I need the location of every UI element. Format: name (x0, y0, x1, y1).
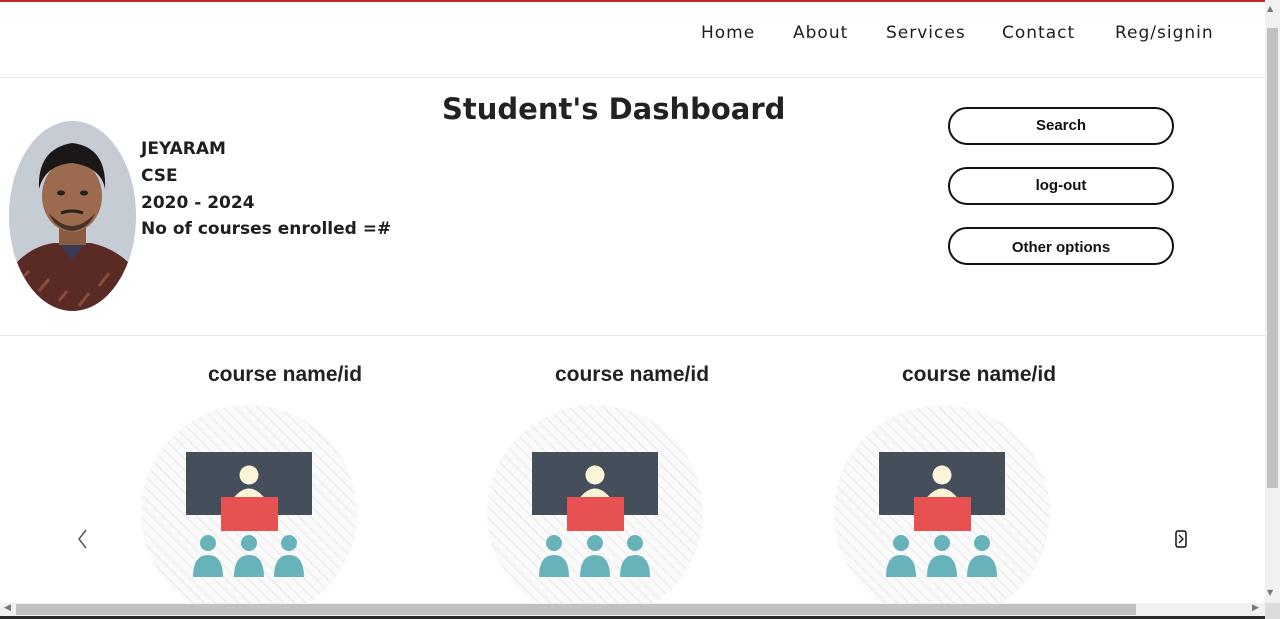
avatar (9, 121, 136, 311)
carousel-next-button[interactable] (1174, 530, 1188, 548)
nav-home-link[interactable]: Home (701, 23, 755, 43)
course-card-2[interactable] (487, 405, 703, 619)
scroll-down-icon[interactable]: ▼ (1267, 588, 1273, 597)
scroll-left-icon[interactable]: ◀ (4, 603, 11, 613)
nav-signin-link[interactable]: Reg/signin (1115, 23, 1214, 43)
course-card-1[interactable] (141, 405, 357, 619)
horizontal-scroll-thumb[interactable] (16, 604, 1136, 615)
chevron-left-icon (78, 529, 87, 549)
scroll-up-icon[interactable]: ▲ (1267, 4, 1273, 13)
course-title-1: course name/id (207, 363, 363, 386)
carousel-prev-button[interactable] (74, 527, 92, 551)
student-photo (9, 121, 136, 311)
search-button[interactable]: Search (948, 107, 1174, 145)
nav-about-link[interactable]: About (793, 23, 848, 43)
student-batch: 2020 - 2024 (141, 193, 255, 213)
chevron-right-icon (1175, 530, 1187, 548)
course-title-3: course name/id (901, 363, 1057, 386)
course-card-3[interactable] (834, 405, 1050, 619)
section-divider (0, 335, 1265, 336)
nav-services-link[interactable]: Services (886, 23, 966, 43)
nav-contact-link[interactable]: Contact (1002, 23, 1075, 43)
student-department: CSE (141, 166, 178, 186)
scrollbar-corner (1265, 603, 1280, 619)
course-title-2: course name/id (554, 363, 710, 386)
page-title: Student's Dashboard (442, 92, 786, 126)
classroom-icon (834, 405, 1050, 619)
courses-enrolled-count: No of courses enrolled =# (141, 219, 392, 239)
scroll-right-icon[interactable]: ▶ (1252, 603, 1259, 613)
student-name: JEYARAM (141, 139, 226, 159)
vertical-scroll-thumb[interactable] (1267, 28, 1278, 488)
navbar: Home About Services Contact Reg/signin (0, 2, 1265, 78)
classroom-icon (487, 405, 703, 619)
classroom-icon (141, 405, 357, 619)
other-options-button[interactable]: Other options (948, 227, 1174, 265)
logout-button[interactable]: log-out (948, 167, 1174, 205)
